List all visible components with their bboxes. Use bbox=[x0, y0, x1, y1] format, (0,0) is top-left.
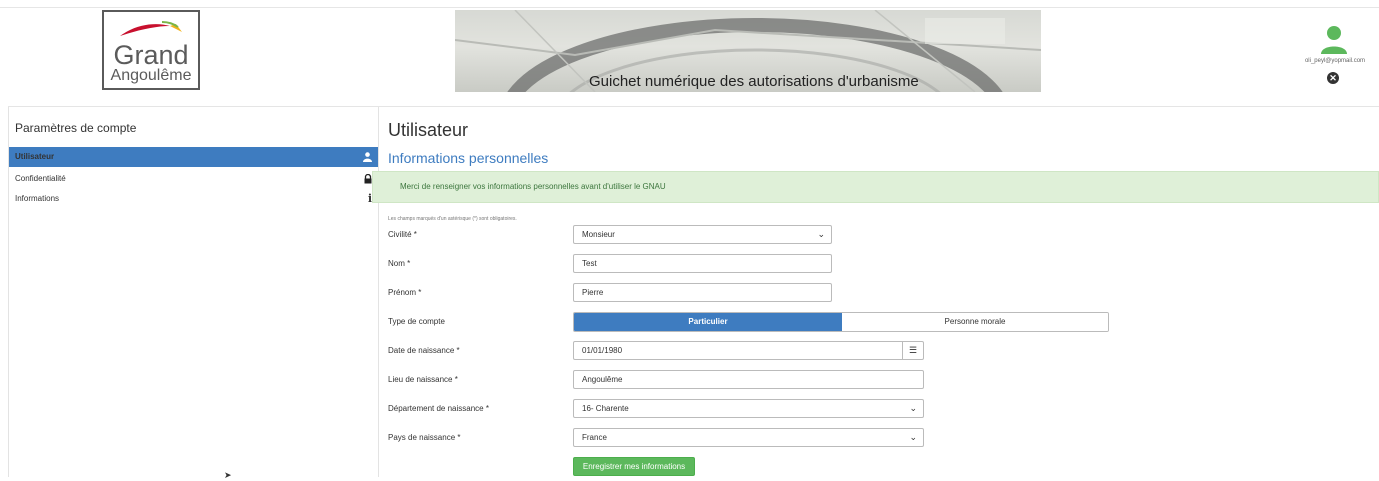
chevron-down-icon: ⌄ bbox=[817, 229, 825, 239]
sidebar-item-informations[interactable]: Informations i bbox=[9, 189, 378, 209]
page-title: Utilisateur bbox=[388, 120, 469, 140]
pays-naissance-value: France bbox=[582, 433, 607, 442]
sidebar-item-label: Utilisateur bbox=[15, 152, 55, 161]
civilite-label: Civilité * bbox=[388, 230, 417, 239]
lieu-naissance-label: Lieu de naissance * bbox=[388, 375, 458, 384]
nom-value: Test bbox=[582, 259, 597, 268]
civilite-select[interactable]: Monsieur ⌄ bbox=[573, 225, 832, 244]
prenom-label: Prénom * bbox=[388, 288, 422, 297]
chevron-down-icon: ⌄ bbox=[909, 432, 917, 442]
type-compte-personne-morale[interactable]: Personne morale bbox=[842, 313, 1108, 331]
lieu-naissance-input[interactable]: Angoulême bbox=[573, 370, 924, 389]
nom-input[interactable]: Test bbox=[573, 254, 832, 273]
date-naissance-value: 01/01/1980 bbox=[582, 346, 623, 355]
logout-close-icon[interactable]: ✕ bbox=[1327, 72, 1339, 84]
sidebar-item-label: Informations bbox=[15, 194, 60, 203]
date-naissance-input[interactable]: 01/01/1980 ☰ bbox=[573, 341, 924, 360]
date-naissance-label: Date de naissance * bbox=[388, 346, 460, 355]
top-divider bbox=[0, 7, 1379, 8]
logo-swoosh-icon bbox=[120, 21, 182, 36]
prenom-value: Pierre bbox=[582, 288, 604, 297]
sidebar-title: Paramètres de compte bbox=[15, 121, 137, 135]
mouse-cursor-icon: ➤ bbox=[224, 470, 232, 480]
departement-naissance-label: Département de naissance * bbox=[388, 404, 489, 413]
nom-label: Nom * bbox=[388, 259, 411, 268]
header-banner: Guichet numérique des autorisations d'ur… bbox=[455, 10, 1041, 92]
save-button[interactable]: Enregistrer mes informations bbox=[573, 457, 695, 476]
type-compte-toggle: Particulier Personne morale bbox=[573, 312, 1109, 332]
type-compte-particulier[interactable]: Particulier bbox=[574, 313, 842, 331]
chevron-down-icon: ⌄ bbox=[909, 403, 917, 413]
user-email: oli_peyl@yopmail.com bbox=[1304, 58, 1366, 64]
calendar-icon[interactable]: ☰ bbox=[902, 342, 923, 359]
user-icon bbox=[363, 147, 372, 170]
avatar-icon[interactable] bbox=[1319, 24, 1349, 54]
main-content: Utilisateur Informations personnelles Me… bbox=[372, 107, 1379, 477]
pays-naissance-select[interactable]: France ⌄ bbox=[573, 428, 924, 447]
logo-text-grand: Grand bbox=[113, 40, 189, 70]
departement-naissance-select[interactable]: 16- Charente ⌄ bbox=[573, 399, 924, 418]
civilite-value: Monsieur bbox=[582, 230, 615, 239]
type-compte-label: Type de compte bbox=[388, 317, 445, 326]
prenom-input[interactable]: Pierre bbox=[573, 283, 832, 302]
sidebar-item-utilisateur[interactable]: Utilisateur bbox=[9, 147, 378, 167]
sidebar-item-label: Confidentialité bbox=[15, 174, 66, 183]
grand-angouleme-logo[interactable]: Grand Angoulême bbox=[102, 10, 200, 90]
banner-title: Guichet numérique des autorisations d'ur… bbox=[589, 73, 919, 90]
required-hint: Les champs marqués d'un astérisque (*) s… bbox=[388, 216, 517, 222]
sidebar-item-confidentialite[interactable]: Confidentialité bbox=[9, 169, 378, 189]
departement-naissance-value: 16- Charente bbox=[582, 404, 629, 413]
logo-text-angouleme: Angoulême bbox=[110, 67, 192, 84]
pays-naissance-label: Pays de naissance * bbox=[388, 433, 461, 442]
info-alert: Merci de renseigner vos informations per… bbox=[372, 171, 1379, 203]
account-settings-sidebar: Paramètres de compte Utilisateur Confide… bbox=[8, 107, 379, 477]
section-title: Informations personnelles bbox=[388, 150, 549, 166]
lieu-naissance-value: Angoulême bbox=[582, 375, 623, 384]
